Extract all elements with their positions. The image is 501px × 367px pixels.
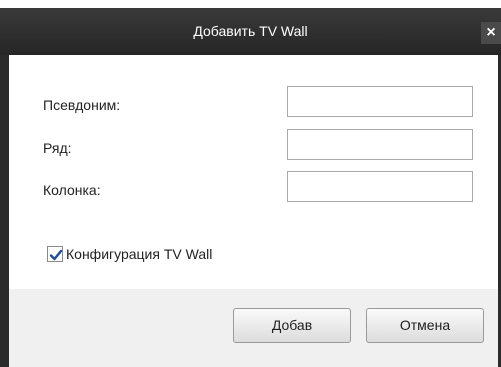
column-label: Колонка: — [43, 182, 101, 198]
checkmark-icon — [49, 249, 63, 261]
alias-input[interactable] — [287, 86, 473, 117]
close-icon: × — [486, 24, 496, 41]
tv-wall-config-checkbox[interactable] — [47, 246, 63, 262]
dialog-titlebar[interactable]: Добавить TV Wall × — [0, 8, 501, 55]
background-sliver — [0, 0, 501, 8]
dialog-title: Добавить TV Wall — [193, 23, 308, 39]
screen: Добавить TV Wall × Псевдоним: Ряд: Колон… — [0, 0, 501, 367]
close-button[interactable]: × — [481, 22, 501, 44]
tv-wall-config-label[interactable]: Конфигурация TV Wall — [66, 244, 212, 264]
alias-label: Псевдоним: — [43, 97, 121, 113]
row-input[interactable] — [287, 129, 473, 160]
column-input[interactable] — [287, 171, 473, 202]
cancel-button[interactable]: Отмена — [366, 308, 484, 343]
row-label: Ряд: — [43, 140, 72, 156]
add-button[interactable]: Добав — [233, 308, 351, 343]
